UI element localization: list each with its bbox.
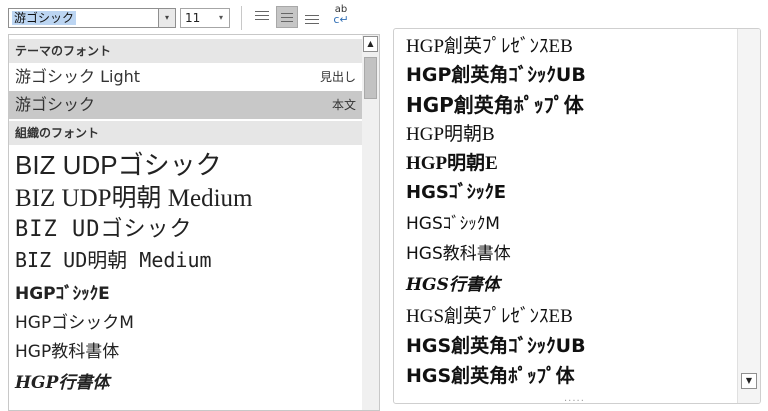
font-list-item[interactable]: HGS行書体 — [406, 270, 500, 295]
font-list-item[interactable]: BIZ UDPゴシック — [15, 145, 222, 182]
font-list-item[interactable]: HGS創英角ﾎﾟｯﾌﾟ体 — [406, 361, 575, 388]
font-list-continued: HGP創英ﾌﾟﾚｾﾞﾝｽEB HGP創英角ｺﾞｼｯｸUB HGP創英角ﾎﾟｯﾌﾟ… — [393, 28, 761, 404]
font-name-combobox[interactable]: 游ゴシック ▾ — [8, 8, 176, 28]
align-middle-icon[interactable] — [276, 6, 298, 28]
font-size-combobox[interactable]: 11 ▾ — [180, 8, 230, 28]
font-item-label: 游ゴシック Light — [15, 67, 141, 86]
font-list: テーマのフォント 游ゴシック Light 見出し 游ゴシック 本文 組織のフォン… — [8, 34, 363, 411]
font-list-item[interactable]: HGP行書体 — [15, 368, 109, 393]
align-top-icon[interactable] — [251, 6, 273, 28]
font-list-scrollbar[interactable]: ▲ — [362, 34, 380, 411]
font-name-input[interactable]: 游ゴシック — [12, 11, 77, 25]
font-list-item[interactable]: BIZ UD明朝 Medium — [15, 244, 212, 273]
font-list-scrollbar[interactable]: ▼ — [737, 29, 760, 403]
font-item-label: 游ゴシック — [15, 95, 96, 114]
theme-font-tag: 見出し — [319, 70, 356, 84]
theme-font-item-heading[interactable]: 游ゴシック Light 見出し — [9, 63, 362, 91]
font-dropdown-panel: 游ゴシック ▾ 11 ▾ ab c↵ テーマのフォント 游ゴシック Light … — [0, 0, 384, 411]
theme-font-tag: 本文 — [331, 98, 356, 112]
scroll-down-icon[interactable]: ▼ — [741, 373, 757, 389]
theme-fonts-header: テーマのフォント — [9, 39, 362, 63]
font-list-item[interactable]: HGS創英角ｺﾞｼｯｸUB — [406, 331, 586, 358]
resize-grip-icon[interactable]: ..... — [564, 394, 585, 404]
chevron-down-icon[interactable]: ▾ — [158, 9, 175, 27]
scrollbar-thumb[interactable] — [364, 57, 377, 99]
font-list-item[interactable]: HGP教科書体 — [15, 337, 119, 362]
font-list-item[interactable]: HGP創英角ﾎﾟｯﾌﾟ体 — [406, 89, 584, 118]
font-size-input[interactable]: 11 — [185, 11, 200, 25]
font-list-item[interactable]: HGP創英角ｺﾞｼｯｸUB — [406, 60, 586, 87]
font-list-item[interactable]: HGS教科書体 — [406, 239, 511, 264]
font-list-item[interactable]: HGP明朝B — [406, 119, 495, 146]
font-list-item[interactable]: HGPゴシックM — [15, 308, 134, 333]
toolbar-divider — [241, 6, 242, 30]
align-bottom-icon[interactable] — [301, 6, 323, 28]
wrap-text-icon[interactable]: ab c↵ — [330, 5, 352, 29]
font-list-item[interactable]: HGS創英ﾌﾟﾚｾﾞﾝｽEB — [406, 301, 573, 328]
scroll-up-icon[interactable]: ▲ — [363, 36, 378, 52]
font-list-item[interactable]: HGSｺﾞｼｯｸE — [406, 178, 506, 204]
font-list-item[interactable]: HGSｺﾞｼｯｸM — [406, 209, 500, 234]
all-fonts-header: 組織のフォント — [9, 121, 362, 145]
theme-font-item-body[interactable]: 游ゴシック 本文 — [9, 91, 362, 119]
font-list-item[interactable]: BIZ UDP明朝 Medium — [15, 178, 253, 214]
font-list-item[interactable]: BIZ UDゴシック — [15, 211, 192, 243]
chevron-down-icon[interactable]: ▾ — [215, 9, 227, 27]
font-list-item[interactable]: HGP明朝E — [406, 148, 498, 175]
font-list-item[interactable]: HGPｺﾞｼｯｸE — [15, 279, 110, 304]
font-list-item[interactable]: HGP創英ﾌﾟﾚｾﾞﾝｽEB — [406, 31, 573, 58]
font-toolbar: 游ゴシック ▾ 11 ▾ ab c↵ — [0, 0, 384, 34]
